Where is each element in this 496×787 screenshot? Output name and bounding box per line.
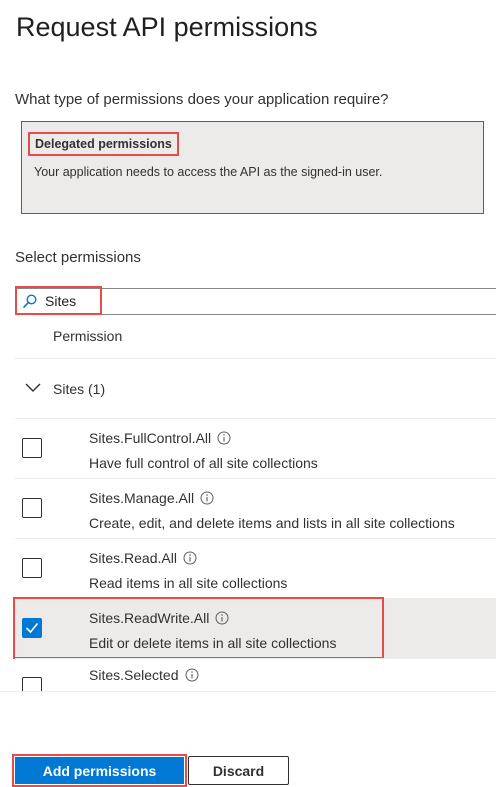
permission-name: Sites.Read.All [89, 550, 197, 566]
readwrite-highlight-box [13, 597, 384, 659]
add-permissions-highlight-box [12, 754, 187, 787]
delegated-permissions-title: Delegated permissions [28, 132, 179, 156]
permission-name: Sites.Selected [89, 667, 199, 683]
permission-checkbox[interactable] [22, 498, 42, 518]
permission-type-question: What type of permissions does your appli… [15, 91, 389, 108]
permission-row-sites-read-all[interactable]: Sites.Read.All Read items in all site co… [15, 539, 496, 598]
permission-description: Read items in all site collections [89, 575, 288, 591]
sites-group-label: Sites (1) [53, 381, 106, 397]
page-title: Request API permissions [16, 12, 318, 42]
header-divider [15, 358, 496, 359]
permission-row-sites-manage-all[interactable]: Sites.Manage.All Create, edit, and delet… [15, 479, 496, 538]
select-permissions-label: Select permissions [15, 249, 141, 266]
request-api-permissions-panel: Request API permissions What type of per… [0, 0, 496, 787]
permission-name: Sites.Manage.All [89, 490, 214, 506]
info-icon[interactable] [217, 431, 231, 445]
permission-row-sites-fullcontrol-all[interactable]: Sites.FullControl.All Have full control … [15, 419, 496, 478]
discard-button[interactable]: Discard [188, 756, 289, 785]
info-icon[interactable] [185, 668, 199, 682]
sites-group-row[interactable]: Sites (1) [15, 360, 496, 418]
permission-row-sites-selected[interactable]: Sites.Selected [15, 659, 496, 691]
chevron-down-icon [25, 383, 41, 392]
permission-checkbox[interactable] [22, 677, 42, 691]
footer-divider [0, 691, 496, 692]
info-icon[interactable] [183, 551, 197, 565]
delegated-permissions-card[interactable]: Delegated permissions Your application n… [21, 121, 484, 214]
info-icon[interactable] [200, 491, 214, 505]
permission-name: Sites.FullControl.All [89, 430, 231, 446]
delegated-permissions-description: Your application needs to access the API… [34, 165, 383, 179]
permission-column-header: Permission [53, 328, 123, 344]
search-icon [23, 294, 37, 308]
search-input-value: Sites [45, 293, 77, 309]
permission-description: Have full control of all site collection… [89, 455, 318, 471]
permission-checkbox[interactable] [22, 438, 42, 458]
permission-description: Create, edit, and delete items and lists… [89, 515, 455, 531]
permission-checkbox[interactable] [22, 558, 42, 578]
